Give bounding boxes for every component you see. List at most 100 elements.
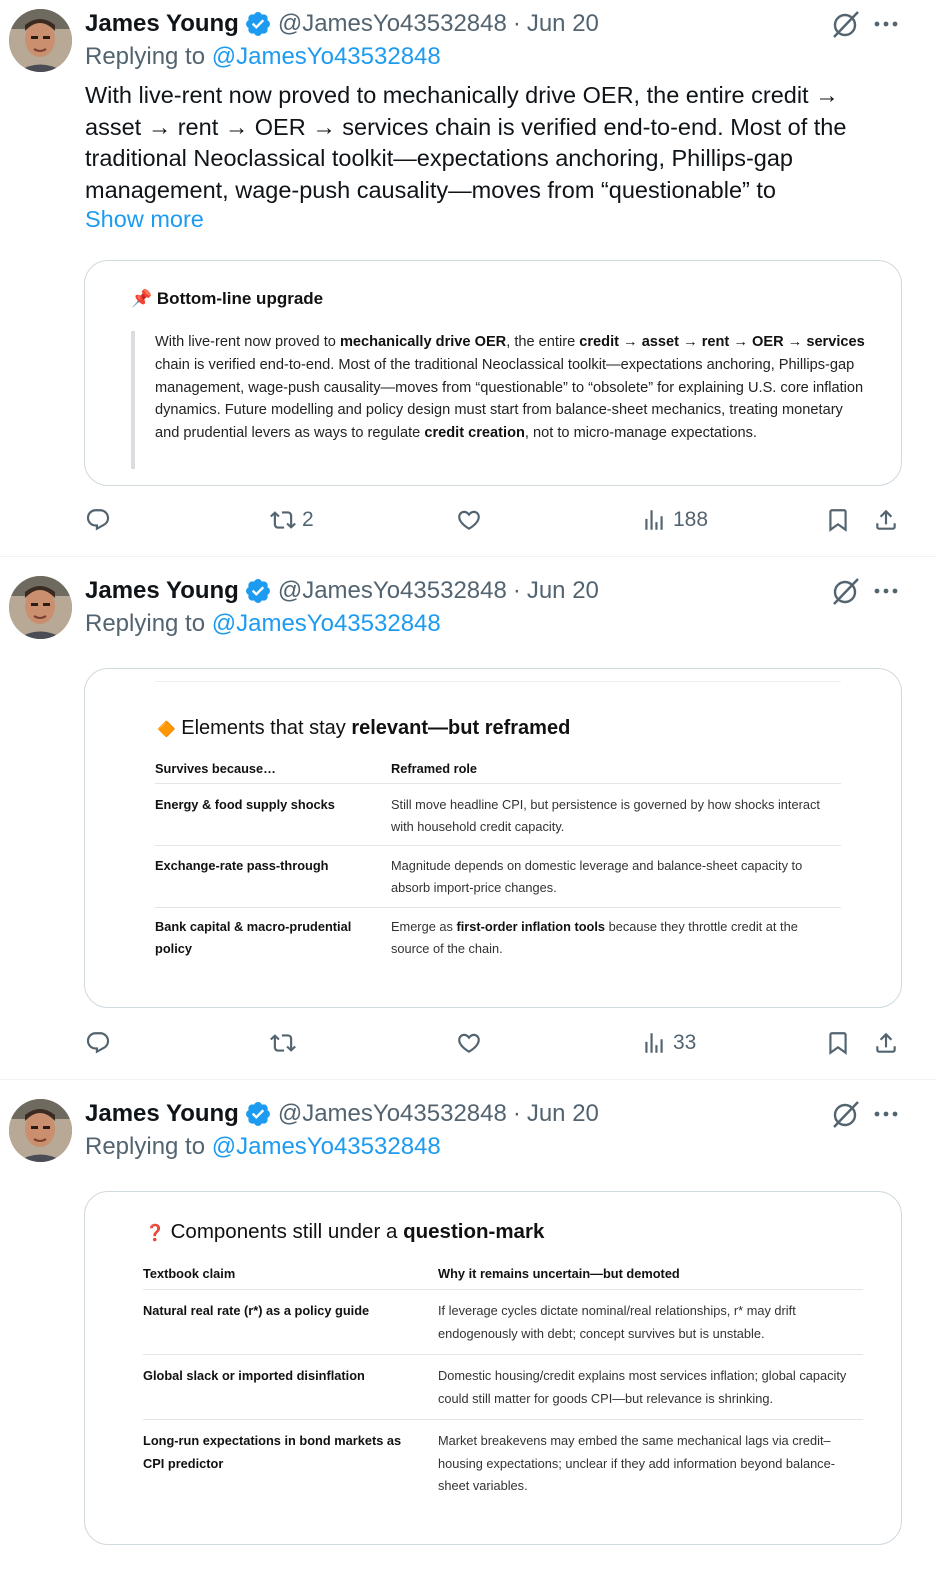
pin-emoji-icon: 📌 (131, 289, 153, 308)
table-rule (155, 783, 841, 784)
author-name[interactable]: James Young (85, 577, 239, 605)
more-icon[interactable] (872, 12, 900, 36)
table-rule (143, 1354, 863, 1355)
tweet-text: With live-rent now proved to mechanicall… (85, 82, 847, 203)
tweet-date[interactable]: Jun 20 (527, 1100, 599, 1128)
image-card[interactable]: 📌 Bottom-line upgrade With live-rent now… (84, 260, 902, 486)
replying-prefix: Replying to (85, 1133, 212, 1160)
replying-to: Replying to @JamesYo43532848 (85, 1133, 441, 1161)
share-button[interactable] (873, 500, 899, 540)
avatar[interactable] (9, 1099, 72, 1162)
views-icon (645, 1033, 663, 1053)
tweet-2[interactable]: James Young @JamesYo43532848 · Jun 20 Re… (0, 567, 936, 1079)
replying-mention[interactable]: @JamesYo43532848 (212, 43, 441, 70)
card-heading-bold: relevant—but reframed (351, 717, 571, 739)
replying-prefix: Replying to (85, 43, 212, 70)
card-top-rule (155, 681, 841, 682)
tweet-divider (0, 1079, 936, 1080)
table-header-col1: Textbook claim (143, 1266, 236, 1281)
replying-mention[interactable]: @JamesYo43532848 (212, 1133, 441, 1160)
table-rule (155, 907, 841, 908)
reply-button[interactable] (85, 1023, 117, 1063)
views-count: 33 (673, 1031, 697, 1054)
avatar[interactable] (9, 9, 72, 72)
table-cell-label: Long-run expectations in bond markets as… (143, 1433, 402, 1471)
text-segment: With live-rent now proved to (155, 334, 340, 350)
author-name[interactable]: James Young (85, 1100, 239, 1128)
repost-button[interactable]: 2 (270, 500, 314, 540)
share-button[interactable] (873, 1023, 899, 1063)
views-button[interactable]: 33 (641, 1023, 696, 1063)
tweet-date[interactable]: Jun 20 (527, 577, 599, 605)
reply-button[interactable] (85, 500, 117, 540)
bookmark-icon (829, 509, 847, 532)
like-button[interactable] (456, 1023, 488, 1063)
table-header-col2: Why it remains uncertain—but demoted (438, 1266, 680, 1281)
tweet-1[interactable]: James Young @JamesYo43532848 · Jun 20 Re… (0, 0, 936, 556)
author-handle[interactable]: @JamesYo43532848 (278, 10, 507, 38)
repost-count: 2 (302, 508, 314, 531)
image-card[interactable]: 🔶 Elements that stay relevant—but refram… (84, 668, 902, 1008)
tweet-header: James Young @JamesYo43532848 · Jun 20 (85, 6, 599, 42)
bookmark-button[interactable] (825, 1023, 851, 1063)
bold-text-segment: credit creation (424, 425, 525, 442)
table-cell-label: Bank capital & macro-prudential policy (155, 919, 352, 956)
author-name[interactable]: James Young (85, 10, 239, 38)
tweet-3[interactable]: James Young @JamesYo43532848 · Jun 20 Re… (0, 1090, 936, 1592)
replying-mention[interactable]: @JamesYo43532848 (212, 610, 441, 637)
action-bar: 2 188 (0, 500, 936, 540)
author-handle[interactable]: @JamesYo43532848 (278, 1100, 507, 1128)
more-icon[interactable] (872, 1102, 900, 1126)
reply-icon (86, 1032, 110, 1054)
replying-prefix: Replying to (85, 610, 212, 637)
avatar[interactable] (9, 576, 72, 639)
replying-to: Replying to @JamesYo43532848 (85, 610, 441, 638)
table-rule (143, 1289, 863, 1290)
table-cell-label: Exchange-rate pass-through (155, 858, 329, 873)
repost-button[interactable] (270, 1023, 302, 1063)
views-button[interactable]: 188 (641, 500, 708, 540)
table-rule (155, 845, 841, 846)
bookmark-button[interactable] (825, 500, 851, 540)
image-card[interactable]: ❓ Components still under a question-mark… (84, 1191, 902, 1545)
views-icon (645, 510, 663, 530)
table-cell-value: If leverage cycles dictate nominal/real … (438, 1300, 858, 1345)
text-segment: , the entire (506, 334, 580, 350)
text-segment: If leverage cycles dictate nominal/real … (438, 1303, 796, 1341)
table-cell-label: Energy & food supply shocks (155, 797, 335, 812)
table-cell-value: Market breakevens may embed the same mec… (438, 1430, 858, 1498)
text-segment: Magnitude depends on domestic leverage a… (391, 858, 803, 895)
verified-badge-icon (244, 1100, 272, 1128)
table-cell-value: Still move headline CPI, but persistence… (391, 794, 831, 837)
text-segment: Domestic housing/credit explains most se… (438, 1368, 847, 1406)
text-segment: Still move headline CPI, but persistence… (391, 797, 820, 834)
bold-text-segment: first-order inflation tools (456, 919, 606, 934)
repost-icon (270, 511, 296, 529)
card-heading-plain: Elements that stay (181, 717, 352, 739)
table-cell-value: Domestic housing/credit explains most se… (438, 1365, 858, 1410)
more-icon[interactable] (872, 579, 900, 603)
grok-icon[interactable] (830, 575, 862, 607)
replying-to: Replying to @JamesYo43532848 (85, 43, 441, 71)
separator-dot: · (512, 577, 521, 604)
show-more-link[interactable]: Show more (85, 206, 204, 233)
card-heading-text: Bottom-line upgrade (156, 289, 324, 308)
author-handle[interactable]: @JamesYo43532848 (278, 577, 507, 605)
quote-text: With live-rent now proved to mechanicall… (155, 331, 870, 445)
table-cell-label: Natural real rate (r*) as a policy guide (143, 1303, 370, 1318)
tweet-header: James Young @JamesYo43532848 · Jun 20 (85, 1096, 599, 1132)
diamond-emoji-icon: 🔶 (157, 721, 176, 738)
card-heading-plain: Components still under a (170, 1220, 404, 1243)
card-heading: 🔶 Elements that stay relevant—but refram… (157, 717, 570, 740)
repost-icon (270, 1034, 296, 1052)
bold-text-segment: credit → asset → rent → OER → services (579, 334, 865, 350)
grok-icon[interactable] (830, 1098, 862, 1130)
reframed-table: Survives because… Reframed role Energy &… (155, 761, 841, 981)
like-icon (458, 1033, 480, 1053)
grok-icon[interactable] (830, 8, 862, 40)
table-header-col2: Reframed role (391, 761, 478, 776)
card-heading-bold: question-mark (403, 1220, 545, 1243)
card-heading: ❓ Components still under a question-mark (145, 1220, 544, 1244)
tweet-date[interactable]: Jun 20 (527, 10, 599, 38)
like-button[interactable] (456, 500, 488, 540)
